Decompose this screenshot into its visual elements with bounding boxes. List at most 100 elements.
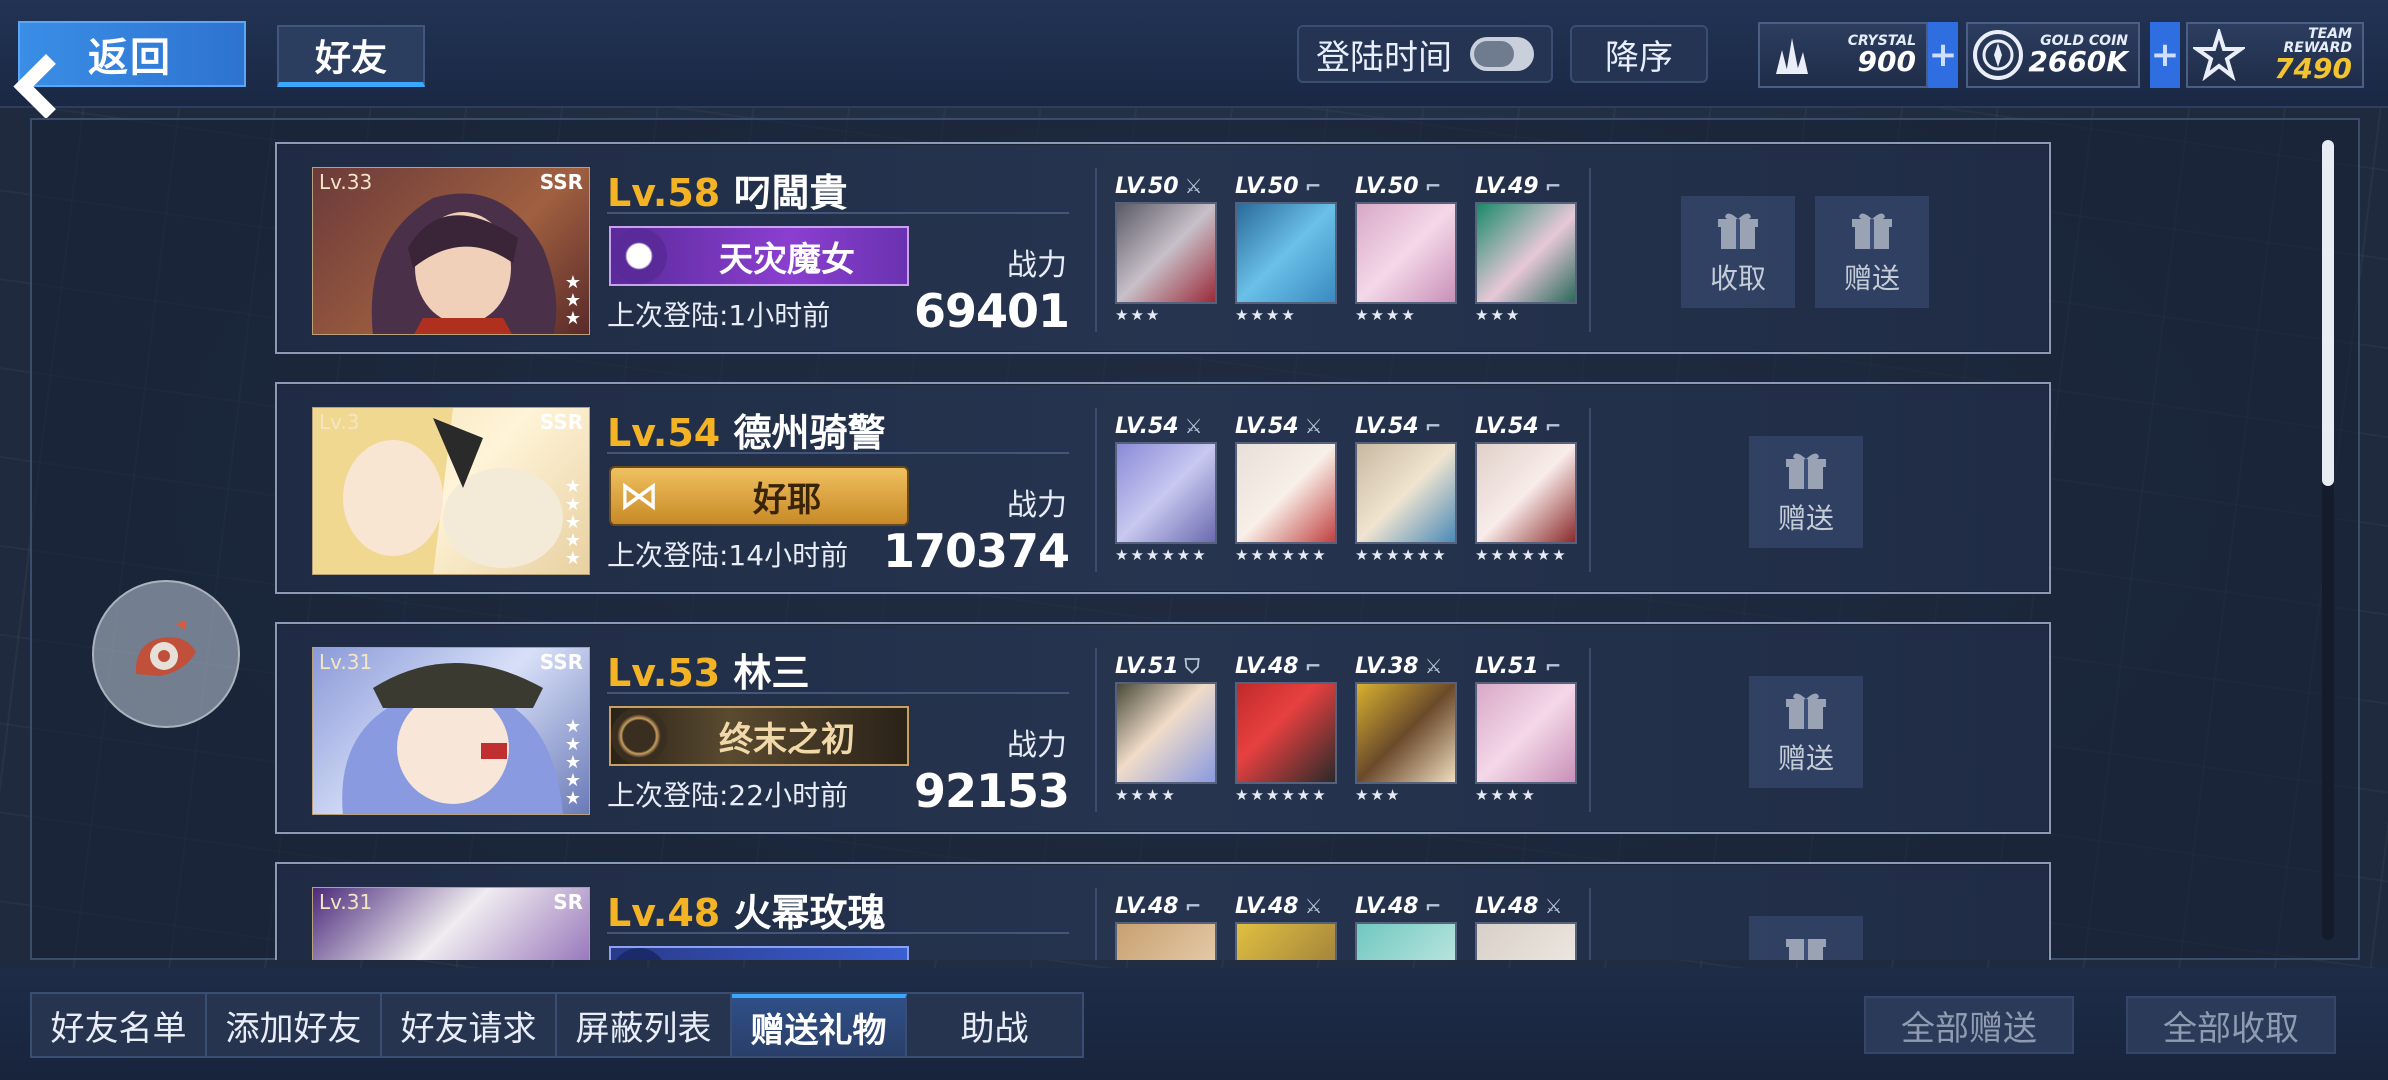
collect-all-button[interactable]: 全部收取: [2126, 996, 2336, 1054]
friend-list[interactable]: Lv.33 SSR ★ ★ ★ Lv.58 叼闆貴 天灾魔女 上次登陆:1小时前…: [270, 140, 2290, 960]
unit-slot[interactable]: LV.54 ⌐ ★★★★★★: [1475, 414, 1579, 568]
unit-portrait: [1115, 682, 1217, 784]
title-badge: 天灾魔女: [609, 226, 909, 286]
friend-card: Lv.3 SSR ★ ★ ★ ★ ★ Lv.54 德州骑警 ⋈ 好耶 上次登陆:…: [275, 382, 2051, 594]
avatar-stars: ★ ★ ★: [564, 272, 582, 329]
friend-name: Lv.53 林三: [607, 642, 809, 697]
unit-slot[interactable]: LV.54 ⌐ ★★★★★★: [1355, 414, 1459, 568]
login-time-sort-toggle[interactable]: 登陆时间: [1297, 25, 1553, 83]
unit-slot[interactable]: LV.48 ⚔: [1475, 894, 1579, 960]
rifle-icon: ⌐: [1304, 654, 1322, 678]
title-text: 终末之初: [719, 719, 855, 760]
unit-slot[interactable]: LV.38 ⚔ ★★★: [1355, 654, 1459, 808]
collect-gift-button[interactable]: 收取: [1681, 196, 1795, 308]
tab-add-friend[interactable]: 添加好友: [207, 994, 382, 1056]
send-gift-button[interactable]: 赠送: [1749, 436, 1863, 548]
tab-send-gifts[interactable]: 赠送礼物: [732, 994, 907, 1056]
gift-send-icon: [1786, 693, 1826, 729]
avatar-rarity: SSR: [539, 650, 583, 674]
unit-level: LV.49: [1475, 174, 1539, 199]
divider: [1095, 168, 1097, 332]
avatar-rarity: SSR: [539, 410, 583, 434]
chevron-left-icon: [32, 23, 70, 85]
unit-stars: ★★★★: [1475, 786, 1537, 804]
unit-slot[interactable]: LV.48 ⚔: [1235, 894, 1339, 960]
add-crystal-button[interactable]: +: [1928, 22, 1958, 88]
friend-nickname: 叼闆貴: [733, 171, 848, 215]
unit-level: LV.54: [1355, 414, 1419, 439]
friend-nickname: 德州骑警: [733, 411, 886, 455]
gift-send-icon: [1786, 453, 1826, 489]
descending-order-button[interactable]: 降序: [1570, 25, 1708, 83]
friend-nickname: 林三: [733, 651, 810, 695]
add-gold-button[interactable]: +: [2150, 22, 2180, 88]
unit-slot[interactable]: LV.48 ⌐: [1115, 894, 1219, 960]
tab-block-list[interactable]: 屏蔽列表: [557, 994, 732, 1056]
unit-slot[interactable]: LV.50 ⌐ ★★★★: [1355, 174, 1459, 328]
toggle-switch-icon: [1470, 37, 1534, 71]
scrollbar-thumb[interactable]: [2322, 140, 2334, 486]
unit-level: LV.38: [1355, 654, 1419, 679]
unit-portrait: [1115, 922, 1217, 960]
send-label: 赠送: [1777, 502, 1834, 535]
rifle-icon: ⌐: [1424, 174, 1442, 198]
swords-icon: ⚔: [1424, 654, 1443, 678]
unit-slot[interactable]: LV.49 ⌐ ★★★: [1475, 174, 1579, 328]
unit-stars: ★★★: [1115, 306, 1162, 324]
send-gift-button[interactable]: 赠送: [1815, 196, 1929, 308]
unit-level: LV.54: [1235, 414, 1299, 439]
friend-avatar[interactable]: Lv.31 SR: [312, 887, 590, 960]
divider: [1095, 888, 1097, 960]
floating-assistant-button[interactable]: [92, 580, 240, 728]
unit-slot[interactable]: LV.48 ⌐ ★★★★★★: [1235, 654, 1339, 808]
avatar-rarity: SSR: [539, 170, 583, 194]
power-value: 92153: [913, 764, 1070, 818]
avatar-level: Lv.33: [319, 170, 373, 194]
unit-slot[interactable]: LV.50 ⌐ ★★★★: [1235, 174, 1339, 328]
gift-send-icon: [1786, 939, 1826, 960]
divider: [1589, 168, 1591, 332]
friend-name: Lv.58 叼闆貴: [607, 162, 847, 217]
unit-portrait: [1235, 442, 1337, 544]
unit-stars: ★★★★: [1235, 306, 1297, 324]
friend-avatar[interactable]: Lv.31 SSR ★ ★ ★ ★ ★: [312, 647, 590, 815]
gold-coin-counter: GOLD COIN 2660K: [1966, 22, 2140, 88]
power-label: 战力: [1007, 248, 1067, 283]
unit-stars: ★★★: [1355, 786, 1402, 804]
avatar-stars: ★ ★ ★ ★ ★: [564, 476, 582, 569]
divider: [1095, 408, 1097, 572]
back-button[interactable]: 返回: [18, 21, 246, 87]
unit-slot[interactable]: LV.48 ⌐: [1355, 894, 1459, 960]
tab-support[interactable]: 助战: [907, 994, 1082, 1056]
power-value: 69401: [913, 284, 1070, 338]
friend-level: Lv.53: [607, 651, 721, 695]
gift-send-icon: [1852, 213, 1892, 249]
send-gift-button[interactable]: 赠送: [1749, 676, 1863, 788]
tab-friends[interactable]: 好友: [277, 25, 425, 87]
friend-avatar[interactable]: Lv.3 SSR ★ ★ ★ ★ ★: [312, 407, 590, 575]
swords-icon: ⚔: [1544, 894, 1563, 918]
unit-slot[interactable]: LV.54 ⚔ ★★★★★★: [1235, 414, 1339, 568]
divider: [1589, 408, 1591, 572]
unit-slot[interactable]: LV.50 ⚔ ★★★: [1115, 174, 1219, 328]
unit-stars: ★★★: [1475, 306, 1522, 324]
title-emblem-icon: [611, 708, 667, 764]
unit-portrait: [1355, 682, 1457, 784]
rifle-icon: ⌐: [1304, 174, 1322, 198]
friend-card: Lv.33 SSR ★ ★ ★ Lv.58 叼闆貴 天灾魔女 上次登陆:1小时前…: [275, 142, 2051, 354]
tab-friend-requests[interactable]: 好友请求: [382, 994, 557, 1056]
unit-portrait: [1475, 922, 1577, 960]
unit-slot[interactable]: LV.54 ⚔ ★★★★★★: [1115, 414, 1219, 568]
friend-name: Lv.54 德州骑警: [607, 402, 885, 457]
send-gift-button[interactable]: 赠送: [1749, 916, 1863, 960]
avatar-level: Lv.3: [319, 410, 360, 434]
unit-level: LV.50: [1235, 174, 1299, 199]
unit-slot[interactable]: LV.51 ⛉ ★★★★: [1115, 654, 1219, 808]
divider: [1589, 888, 1591, 960]
tab-friend-list[interactable]: 好友名单: [32, 994, 207, 1056]
friend-avatar[interactable]: Lv.33 SSR ★ ★ ★: [312, 167, 590, 335]
unit-slot[interactable]: LV.51 ⌐ ★★★★: [1475, 654, 1579, 808]
title-badge: [609, 946, 909, 960]
rifle-icon: ⌐: [1544, 654, 1562, 678]
send-all-button[interactable]: 全部赠送: [1864, 996, 2074, 1054]
